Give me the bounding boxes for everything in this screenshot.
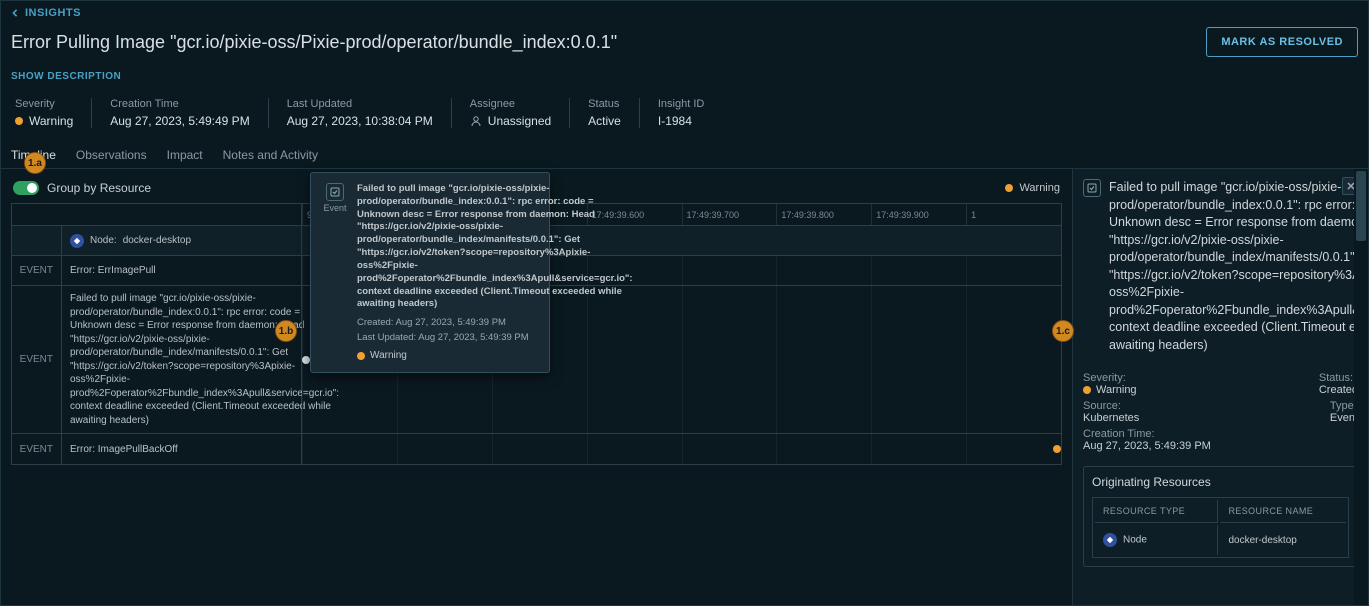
tooltip-updated: Last Updated: Aug 27, 2023, 5:49:39 PM (357, 332, 633, 345)
row-type-label: EVENT (12, 434, 62, 464)
detail-source-label: Source: (1083, 400, 1121, 412)
tabs: Timeline Observations Impact Notes and A… (1, 138, 1368, 169)
callout-1b: 1.b (275, 320, 297, 342)
event-row-label[interactable]: Error: ImagePullBackOff (62, 434, 302, 464)
tooltip-type-label: Event (323, 203, 346, 213)
warning-dot-icon (1005, 184, 1013, 192)
time-tick: 17:49:39.700 (682, 204, 777, 225)
timeline-track[interactable] (302, 434, 1061, 464)
event-row-label[interactable]: Error: ErrImagePull (62, 256, 302, 285)
insight-id-label: Insight ID (658, 98, 704, 110)
last-updated-value: Aug 27, 2023, 10:38:04 PM (287, 114, 433, 128)
tab-notes[interactable]: Notes and Activity (223, 142, 318, 168)
event-icon (1083, 179, 1101, 197)
page-title: Error Pulling Image "gcr.io/pixie-oss/Pi… (11, 32, 617, 53)
node-icon (70, 234, 84, 248)
detail-title: Failed to pull image "gcr.io/pixie-oss/p… (1109, 179, 1368, 354)
callout-1c: 1.c (1052, 320, 1074, 342)
user-icon (470, 115, 482, 127)
insight-id-value: I-1984 (658, 114, 704, 128)
creation-time-value: Aug 27, 2023, 5:49:49 PM (110, 114, 249, 128)
time-tick: 1 (966, 204, 1061, 225)
chevron-left-icon (11, 9, 19, 17)
orig-col-name: Resource Name (1220, 500, 1346, 523)
event-marker[interactable] (302, 356, 310, 364)
time-tick: 17:49:39.800 (776, 204, 871, 225)
orig-col-type: Resource Type (1095, 500, 1218, 523)
insight-metadata: Severity Warning Creation Time Aug 27, 2… (1, 92, 1368, 138)
callout-1a: 1.a (24, 152, 46, 174)
row-type-label: EVENT (12, 256, 62, 285)
row-type-label: EVENT (12, 286, 62, 433)
orig-rtype: Node (1123, 535, 1147, 546)
detail-severity-label: Severity: (1083, 372, 1126, 384)
breadcrumb[interactable]: INSIGHTS (1, 1, 1368, 25)
detail-source-value: Kubernetes (1083, 412, 1139, 424)
detail-ctime-value: Aug 27, 2023, 5:49:39 PM (1083, 440, 1211, 452)
severity-value: Warning (29, 114, 73, 128)
scrollbar[interactable] (1354, 169, 1368, 605)
warning-dot-icon (15, 117, 23, 125)
breadcrumb-label: INSIGHTS (25, 7, 81, 19)
assignee-label: Assignee (470, 98, 551, 110)
event-icon (326, 183, 344, 201)
originating-resources: Originating Resources Resource Type Reso… (1083, 466, 1358, 567)
mark-resolved-button[interactable]: MARK AS RESOLVED (1206, 27, 1358, 57)
warning-dot-icon (1083, 386, 1091, 394)
group-by-resource-toggle[interactable] (13, 181, 39, 195)
tooltip-severity: Warning (370, 349, 407, 363)
status-value: Active (588, 114, 621, 128)
detail-ctime-label: Creation Time: (1083, 428, 1155, 440)
warning-dot-icon (357, 352, 365, 360)
node-icon (1103, 533, 1117, 547)
orig-rname: docker-desktop (1220, 525, 1346, 555)
event-tooltip: Event Failed to pull image "gcr.io/pixie… (310, 172, 550, 373)
group-by-resource-label: Group by Resource (47, 181, 151, 195)
detail-type-label: Type: (1330, 400, 1357, 412)
tooltip-created: Created: Aug 27, 2023, 5:49:39 PM (357, 317, 633, 330)
last-updated-label: Last Updated (287, 98, 433, 110)
event-marker[interactable] (1053, 445, 1061, 453)
show-description-toggle[interactable]: SHOW DESCRIPTION (1, 67, 1368, 92)
tab-observations[interactable]: Observations (76, 142, 147, 168)
legend-warning: Warning (1005, 182, 1060, 194)
orig-title: Originating Resources (1092, 475, 1349, 489)
detail-status-value: Created (1319, 384, 1358, 396)
detail-severity-value: Warning (1096, 384, 1137, 396)
time-tick: 17:49:39.900 (871, 204, 966, 225)
table-row[interactable]: Node docker-desktop (1095, 525, 1346, 555)
node-row-prefix: Node: (90, 235, 117, 246)
tab-impact[interactable]: Impact (167, 142, 203, 168)
node-row-name: docker-desktop (123, 235, 191, 246)
detail-panel: Failed to pull image "gcr.io/pixie-oss/p… (1072, 169, 1368, 605)
tooltip-body: Failed to pull image "gcr.io/pixie-oss/p… (357, 183, 633, 311)
detail-status-label: Status: (1319, 372, 1353, 384)
severity-label: Severity (15, 98, 73, 110)
event-row-label[interactable]: Failed to pull image "gcr.io/pixie-oss/p… (62, 286, 302, 433)
assignee-value: Unassigned (488, 114, 551, 128)
creation-time-label: Creation Time (110, 98, 249, 110)
status-label: Status (588, 98, 621, 110)
